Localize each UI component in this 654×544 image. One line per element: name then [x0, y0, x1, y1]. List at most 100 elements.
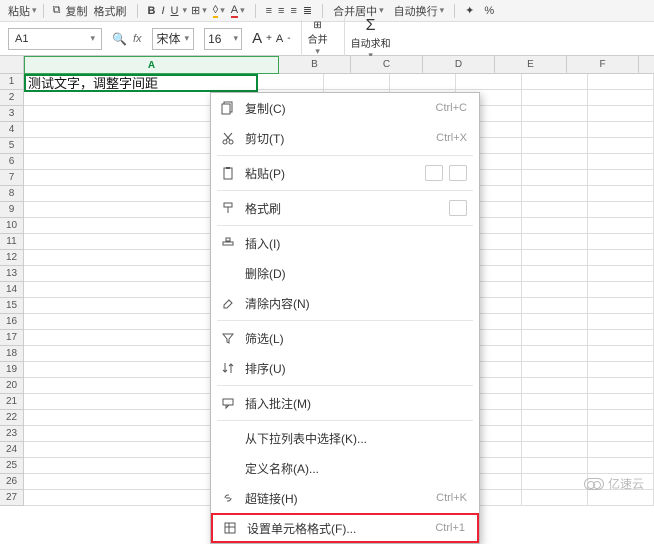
row-header-26[interactable]: 26: [0, 474, 24, 490]
row-header-27[interactable]: 27: [0, 490, 24, 506]
cell-F26[interactable]: [522, 474, 588, 490]
column-header-A[interactable]: A: [24, 56, 279, 74]
cell-F13[interactable]: [522, 266, 588, 282]
format-painter-button[interactable]: 格式刷: [92, 3, 129, 19]
menu-paste[interactable]: 粘贴(P): [211, 158, 479, 188]
cell-F14[interactable]: [522, 282, 588, 298]
cell-C1[interactable]: [324, 74, 390, 90]
font-size-select[interactable]: 16▾: [204, 28, 242, 50]
cell-D1[interactable]: [390, 74, 456, 90]
menu-cut[interactable]: 剪切(T) Ctrl+X: [211, 123, 479, 153]
name-box[interactable]: A1 ▾: [8, 28, 102, 50]
percent-button[interactable]: %: [482, 5, 496, 17]
row-header-15[interactable]: 15: [0, 298, 24, 314]
column-header-F[interactable]: F: [567, 56, 639, 74]
cell-F17[interactable]: [522, 330, 588, 346]
underline-button[interactable]: U: [169, 5, 181, 17]
cell-G9[interactable]: [588, 202, 654, 218]
brush-option[interactable]: [449, 200, 467, 216]
row-header-7[interactable]: 7: [0, 170, 24, 186]
row-header-12[interactable]: 12: [0, 250, 24, 266]
menu-insert[interactable]: 插入(I): [211, 228, 479, 258]
row-header-9[interactable]: 9: [0, 202, 24, 218]
cell-G6[interactable]: [588, 154, 654, 170]
cell-F3[interactable]: [522, 106, 588, 122]
cell-F20[interactable]: [522, 378, 588, 394]
align-justify-button[interactable]: ≣: [301, 4, 314, 17]
cell-F25[interactable]: [522, 458, 588, 474]
cell-G7[interactable]: [588, 170, 654, 186]
column-header-E[interactable]: E: [495, 56, 567, 74]
row-header-17[interactable]: 17: [0, 330, 24, 346]
cell-G21[interactable]: [588, 394, 654, 410]
row-header-10[interactable]: 10: [0, 218, 24, 234]
menu-comment[interactable]: 插入批注(M): [211, 388, 479, 418]
align-center-button[interactable]: ≡: [276, 5, 286, 17]
row-header-25[interactable]: 25: [0, 458, 24, 474]
menu-format-painter[interactable]: 格式刷: [211, 193, 479, 223]
cell-G3[interactable]: [588, 106, 654, 122]
bold-button[interactable]: B: [146, 5, 158, 17]
cell-F2[interactable]: [522, 90, 588, 106]
row-header-24[interactable]: 24: [0, 442, 24, 458]
align-left-button[interactable]: ≡: [264, 5, 274, 17]
menu-clear[interactable]: 清除内容(N): [211, 288, 479, 318]
row-header-14[interactable]: 14: [0, 282, 24, 298]
select-all-corner[interactable]: [0, 56, 24, 74]
cell-G24[interactable]: [588, 442, 654, 458]
column-header-B[interactable]: B: [279, 56, 351, 74]
cell-F27[interactable]: [522, 490, 588, 506]
cell-G5[interactable]: [588, 138, 654, 154]
menu-sort[interactable]: 排序(U): [211, 353, 479, 383]
cell-F18[interactable]: [522, 346, 588, 362]
cell-G1[interactable]: [588, 74, 654, 90]
cell-G8[interactable]: [588, 186, 654, 202]
cell-F22[interactable]: [522, 410, 588, 426]
column-header-C[interactable]: C: [351, 56, 423, 74]
cell-F21[interactable]: [522, 394, 588, 410]
fx-icon[interactable]: fx: [133, 33, 142, 45]
cell-E1[interactable]: [456, 74, 522, 90]
cell-G16[interactable]: [588, 314, 654, 330]
paste-button[interactable]: 粘贴▾: [6, 3, 39, 19]
cell-F10[interactable]: [522, 218, 588, 234]
cell-G17[interactable]: [588, 330, 654, 346]
auto-wrap-button[interactable]: 自动换行▾: [392, 3, 447, 19]
row-header-6[interactable]: 6: [0, 154, 24, 170]
decrease-font-button[interactable]: A: [276, 33, 283, 45]
star-button[interactable]: ✦: [463, 4, 476, 17]
cell-F19[interactable]: [522, 362, 588, 378]
cell-F24[interactable]: [522, 442, 588, 458]
cell-F23[interactable]: [522, 426, 588, 442]
row-header-13[interactable]: 13: [0, 266, 24, 282]
menu-format-cells[interactable]: 设置单元格格式(F)... Ctrl+1: [211, 513, 479, 543]
menu-hyperlink[interactable]: 超链接(H) Ctrl+K: [211, 483, 479, 513]
cell-F7[interactable]: [522, 170, 588, 186]
italic-button[interactable]: I: [159, 5, 166, 17]
row-header-1[interactable]: 1: [0, 74, 24, 90]
merge-button[interactable]: ⊞合并▾: [301, 20, 334, 57]
fill-color-button[interactable]: ◊▾: [211, 4, 227, 18]
cell-G27[interactable]: [588, 490, 654, 506]
cell-G13[interactable]: [588, 266, 654, 282]
menu-copy[interactable]: 复制(C) Ctrl+C: [211, 93, 479, 123]
cell-F12[interactable]: [522, 250, 588, 266]
paste-option-1[interactable]: [425, 165, 443, 181]
paste-option-2[interactable]: [449, 165, 467, 181]
cell-G19[interactable]: [588, 362, 654, 378]
row-header-16[interactable]: 16: [0, 314, 24, 330]
cell-G14[interactable]: [588, 282, 654, 298]
menu-filter[interactable]: 筛选(L): [211, 323, 479, 353]
cell-G22[interactable]: [588, 410, 654, 426]
copy-button[interactable]: ⧉复制: [48, 3, 90, 19]
search-icon[interactable]: 🔍: [112, 32, 127, 46]
font-color-button[interactable]: A▾: [229, 4, 247, 18]
menu-from-list[interactable]: 从下拉列表中选择(K)...: [211, 423, 479, 453]
cell-G23[interactable]: [588, 426, 654, 442]
row-header-21[interactable]: 21: [0, 394, 24, 410]
cell-G10[interactable]: [588, 218, 654, 234]
cell-F5[interactable]: [522, 138, 588, 154]
cell-G18[interactable]: [588, 346, 654, 362]
column-header-D[interactable]: D: [423, 56, 495, 74]
increase-font-button[interactable]: A: [252, 30, 262, 47]
